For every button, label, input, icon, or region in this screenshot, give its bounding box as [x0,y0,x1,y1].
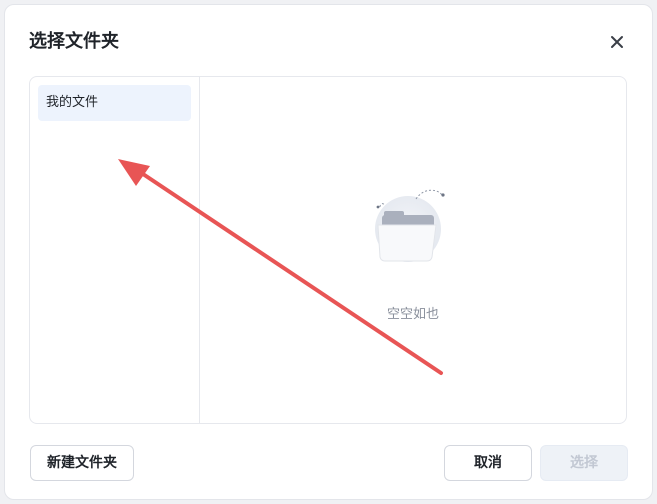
folder-content-area: 空空如也 [200,77,626,423]
close-button[interactable] [607,32,627,52]
select-folder-dialog: 选择文件夹 我的文件 空空如也 新建文件夹 取消 选择 [4,4,653,500]
folder-sidebar: 我的文件 [30,77,200,423]
cancel-button[interactable]: 取消 [444,445,532,481]
new-folder-button[interactable]: 新建文件夹 [30,445,134,481]
dialog-title: 选择文件夹 [29,31,119,52]
empty-folder-icon [375,189,445,262]
select-button[interactable]: 选择 [540,445,628,481]
sidebar-item-label: 我的文件 [46,95,99,110]
sidebar-item-my-files[interactable]: 我的文件 [38,85,191,121]
empty-state-text: 空空如也 [386,307,439,322]
close-icon [611,36,623,48]
folder-browser-panel: 我的文件 空空如也 [29,76,627,424]
